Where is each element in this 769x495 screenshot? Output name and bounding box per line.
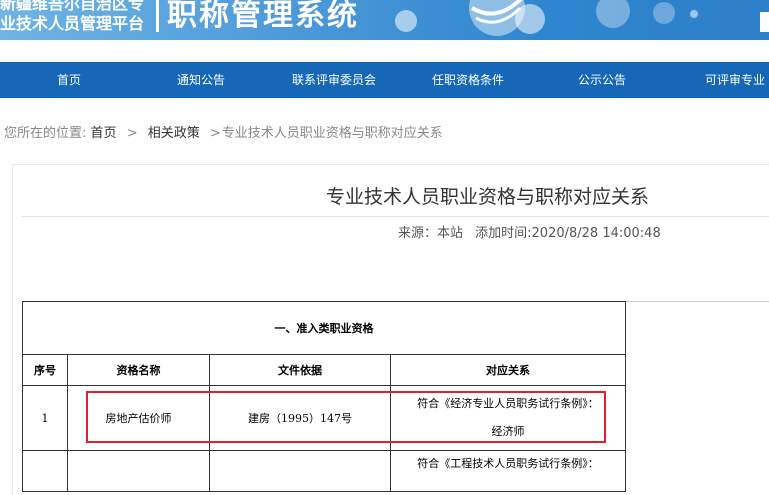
cell-basis xyxy=(209,450,391,492)
title-divider-line xyxy=(22,216,769,217)
breadcrumb-section-link[interactable]: 相关政策 xyxy=(148,126,200,141)
org-name-line2: 业技术人员管理平台 xyxy=(0,14,145,33)
article-title: 专业技术人员职业资格与职称对应关系 xyxy=(326,186,650,208)
cell-no xyxy=(22,450,68,492)
cell-relation-line2: 经济师 xyxy=(491,425,525,438)
breadcrumb: 您所在的位置: 首页 > 相关政策 >专业技术人员职业资格与职称对应关系 xyxy=(4,122,443,141)
breadcrumb-current: 专业技术人员职业资格与职称对应关系 xyxy=(221,126,443,141)
cell-relation: 符合《经济专业人员职务试行条例》： 经济师 xyxy=(390,385,626,451)
main-nav: 首页 通知公告 联系评审委员会 任职资格条件 公示公告 可评审专业 xyxy=(0,62,769,98)
header-name: 资格名称 xyxy=(67,354,210,386)
table-section-row: 一、准入类职业资格 xyxy=(22,301,626,355)
nav-item-qualification-conditions[interactable]: 任职资格条件 xyxy=(432,62,504,98)
header-basis: 文件依据 xyxy=(209,354,391,386)
table-section-title: 一、准入类职业资格 xyxy=(22,301,626,355)
nav-item-home[interactable]: 首页 xyxy=(57,62,81,98)
nav-item-contact-committee[interactable]: 联系评审委员会 xyxy=(292,62,376,98)
table-header-row: 序号 资格名称 文件依据 对应关系 xyxy=(22,354,626,386)
breadcrumb-home-link[interactable]: 首页 xyxy=(91,126,117,141)
cell-relation: 符合《工程技术人员职务试行条例》： xyxy=(390,450,626,492)
cell-relation-line1: 符合《经济专业人员职务试行条例》： xyxy=(417,397,599,410)
breadcrumb-prefix: 您所在的位置: xyxy=(4,126,87,141)
org-name-line1: 新疆维吾尔自治区专 xyxy=(0,0,145,13)
cell-relation-line1: 符合《工程技术人员职务试行条例》： xyxy=(417,457,599,470)
breadcrumb-separator: > xyxy=(126,126,138,141)
cell-basis: 建房（1995）147号 xyxy=(209,385,391,451)
decor-bubble xyxy=(596,0,630,28)
article-meta: 来源：本站 添加时间:2020/8/28 14:00:48 xyxy=(398,222,661,241)
table-row: 1 房地产估价师 建房（1995）147号 符合《经济专业人员职务试行条例》： … xyxy=(22,385,626,451)
title-divider xyxy=(156,0,159,32)
system-title: 职称管理系统 xyxy=(167,0,359,33)
emblem-logo-icon xyxy=(469,0,525,36)
article-time: 添加时间:2020/8/28 14:00:48 xyxy=(475,226,661,241)
header-no: 序号 xyxy=(22,354,68,386)
header-box xyxy=(760,12,769,32)
nav-item-notices[interactable]: 通知公告 xyxy=(177,62,225,98)
qualification-table: 一、准入类职业资格 序号 资格名称 文件依据 对应关系 1 房地产估价师 建房（… xyxy=(22,301,626,492)
header-relation: 对应关系 xyxy=(390,354,626,386)
cell-name: 房地产估价师 xyxy=(67,385,210,451)
decor-bubble xyxy=(395,10,417,32)
nav-item-reviewable-majors[interactable]: 可评审专业 xyxy=(705,62,765,98)
table-row: 符合《工程技术人员职务试行条例》： xyxy=(22,450,626,492)
decor-bubble xyxy=(690,10,698,18)
cell-name xyxy=(67,450,210,492)
nav-item-announcements[interactable]: 公示公告 xyxy=(578,62,626,98)
table-top-extension xyxy=(624,301,769,302)
decor-bubble xyxy=(653,2,675,24)
cell-no: 1 xyxy=(22,385,68,451)
breadcrumb-separator: > xyxy=(209,126,221,141)
article-source: 来源：本站 xyxy=(398,226,464,241)
org-name: 新疆维吾尔自治区专 业技术人员管理平台 xyxy=(0,0,144,34)
header-banner: 新疆维吾尔自治区专 业技术人员管理平台 职称管理系统 xyxy=(0,0,769,40)
